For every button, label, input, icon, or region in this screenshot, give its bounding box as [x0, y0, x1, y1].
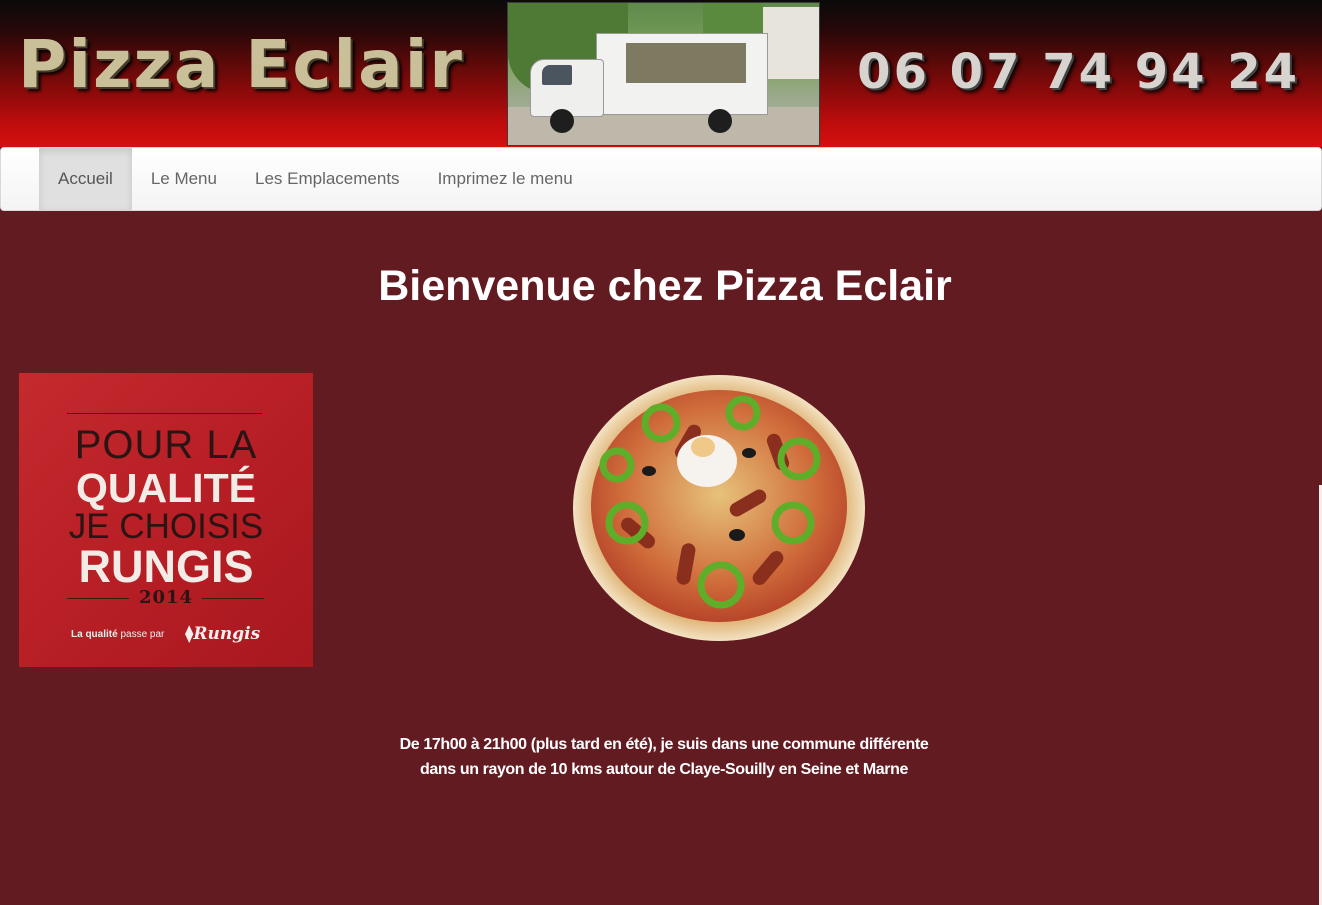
nav-item-accueil[interactable]: Accueil [39, 148, 132, 210]
main-navbar: Accueil Le Menu Les Emplacements Imprime… [0, 147, 1322, 211]
rungis-logo: ⧫Rungis [185, 624, 261, 644]
badge-rule [67, 413, 262, 414]
header-banner: Pizza Eclair 06 07 74 94 24 [0, 0, 1322, 147]
badge-line-1: POUR LA [74, 423, 258, 467]
nav-item-le-menu[interactable]: Le Menu [132, 148, 236, 210]
brand-logo[interactable]: Pizza Eclair [18, 26, 464, 103]
nav-list: Accueil Le Menu Les Emplacements Imprime… [39, 148, 592, 210]
food-truck-photo [507, 2, 820, 146]
nav-item-imprimez-le-menu[interactable]: Imprimez le menu [419, 148, 592, 210]
badge-year-rule-right [202, 598, 264, 599]
rungis-quality-badge[interactable]: POUR LA QUALITÉ JE CHOISIS RUNGIS 2014 L… [19, 373, 313, 667]
intro-line-1: De 17h00 à 21h00 (plus tard en été), je … [399, 736, 929, 753]
badge-tagline: La qualité passe par [71, 629, 165, 640]
pizza-photo [573, 375, 865, 641]
phone-number: 06 07 74 94 24 [857, 44, 1300, 100]
intro-line-2: dans un rayon de 10 kms autour de Claye-… [420, 761, 908, 778]
page-title: Bienvenue chez Pizza Eclair [378, 262, 952, 310]
intro-text: De 17h00 à 21h00 (plus tard en été), je … [0, 732, 1322, 782]
badge-line-2: QUALITÉ [76, 465, 256, 511]
badge-year: 2014 [138, 587, 194, 608]
nav-item-les-emplacements[interactable]: Les Emplacements [236, 148, 419, 210]
badge-line-4: RUNGIS [78, 541, 254, 592]
